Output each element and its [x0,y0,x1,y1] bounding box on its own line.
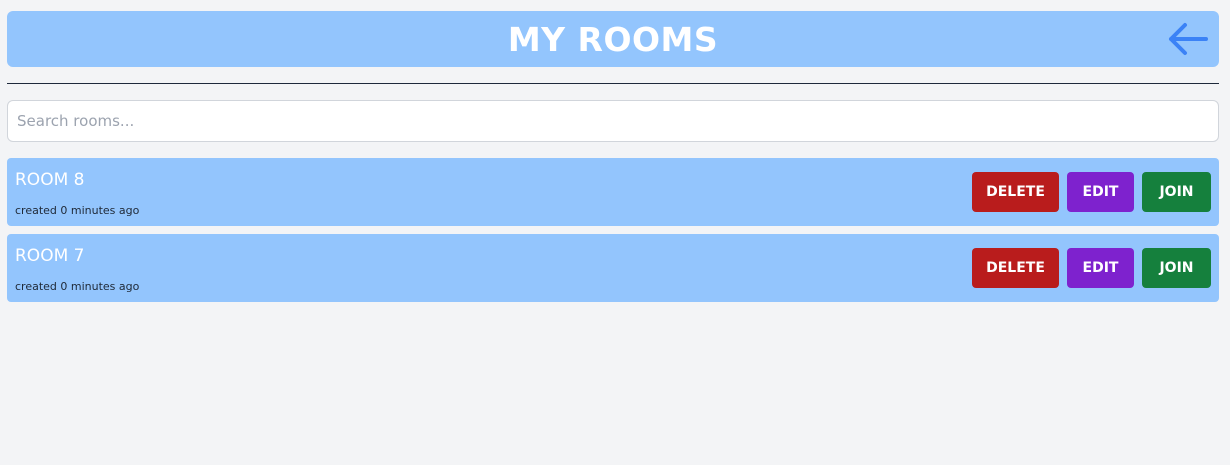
join-button[interactable]: JOIN [1142,172,1211,212]
room-card: ROOM 8 created 0 minutes ago DELETE EDIT… [7,158,1219,226]
back-button[interactable] [1166,20,1210,58]
join-button[interactable]: JOIN [1142,248,1211,288]
room-actions: DELETE EDIT JOIN [972,248,1211,288]
delete-button[interactable]: DELETE [972,248,1059,288]
header-bar: MY ROOMS [7,11,1219,67]
edit-button[interactable]: EDIT [1067,248,1134,288]
page-title: MY ROOMS [507,19,719,59]
room-created-time: created 0 minutes ago [15,204,140,217]
room-card: ROOM 7 created 0 minutes ago DELETE EDIT… [7,234,1219,302]
page: MY ROOMS ROOM 8 created 0 minutes ago DE… [0,0,1230,465]
arrow-left-icon [1169,23,1208,55]
room-name: ROOM 8 [15,170,85,190]
header-divider [7,83,1219,84]
room-created-time: created 0 minutes ago [15,280,140,293]
room-name: ROOM 7 [15,246,85,266]
room-actions: DELETE EDIT JOIN [972,172,1211,212]
search-input[interactable] [7,100,1219,142]
delete-button[interactable]: DELETE [972,172,1059,212]
edit-button[interactable]: EDIT [1067,172,1134,212]
